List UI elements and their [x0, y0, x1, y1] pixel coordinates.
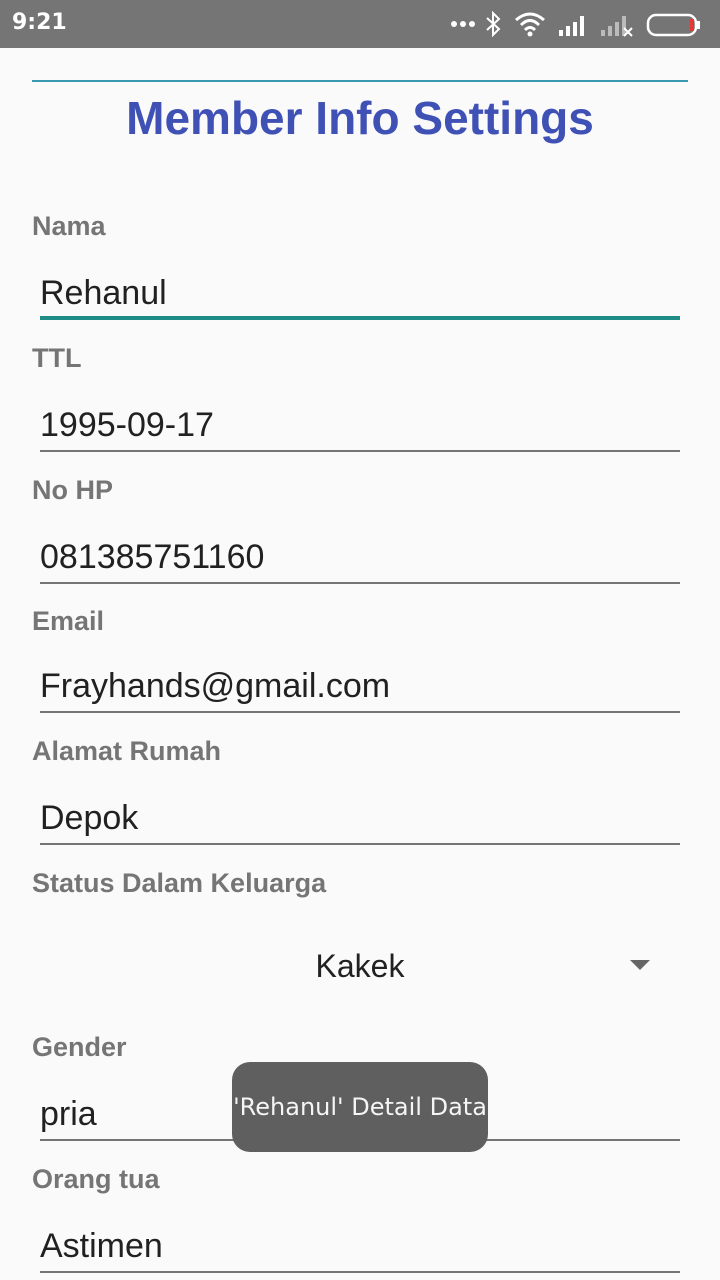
- bluetooth-icon: [486, 10, 501, 38]
- email-input[interactable]: Frayhands@gmail.com: [40, 661, 680, 713]
- no-hp-input[interactable]: 081385751160: [40, 532, 680, 584]
- battery-icon: [646, 13, 700, 37]
- status-label: Status Dalam Keluarga: [32, 868, 327, 898]
- nama-label: Nama: [32, 211, 106, 241]
- ttl-input[interactable]: 1995-09-17: [40, 400, 680, 452]
- status-bar: 9:21: [0, 0, 720, 48]
- status-time: 9:21: [12, 10, 67, 35]
- gender-label: Gender: [32, 1032, 127, 1062]
- alamat-label: Alamat Rumah: [32, 736, 222, 766]
- orang-tua-label: Orang tua: [32, 1164, 160, 1194]
- status-selected-value: Kakek: [315, 948, 405, 984]
- wifi-icon: [515, 12, 545, 37]
- signal-icon: [559, 16, 584, 36]
- email-label: Email: [32, 606, 105, 636]
- no-signal-icon: [601, 16, 633, 37]
- page-title: Member Info Settings: [126, 92, 594, 144]
- toast-text: 'Rehanul' Detail Data: [233, 1093, 487, 1121]
- status-dropdown[interactable]: Kakek: [32, 936, 688, 996]
- status-icons: [450, 10, 710, 38]
- no-hp-label: No HP: [32, 475, 113, 505]
- alamat-input[interactable]: Depok: [40, 793, 680, 845]
- orang-tua-input[interactable]: Astimen: [40, 1221, 680, 1273]
- toast-message: 'Rehanul' Detail Data: [232, 1062, 488, 1152]
- top-divider: [32, 80, 688, 82]
- more-dots-icon: [451, 21, 475, 27]
- nama-input[interactable]: Rehanul: [40, 268, 680, 320]
- dropdown-arrow-icon: [630, 960, 650, 970]
- ttl-label: TTL: [32, 343, 82, 373]
